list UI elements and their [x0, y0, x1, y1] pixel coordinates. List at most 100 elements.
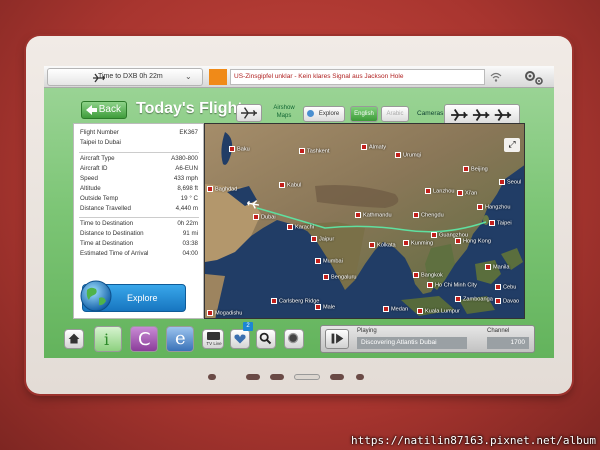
city-label: Taipei — [489, 220, 512, 226]
city-label: Dubai — [253, 214, 276, 220]
plane-icon — [93, 73, 105, 83]
route-row: Taipei to Dubai — [80, 139, 198, 148]
route-text: Taipei to Dubai — [80, 139, 121, 146]
city-label: Lanzhou — [425, 188, 454, 194]
info-value: 433 mph — [173, 175, 198, 182]
hardware-button[interactable] — [270, 374, 284, 380]
e-icon: e — [175, 328, 186, 349]
info-value: 19 ° C — [180, 195, 198, 202]
info-label: Distance to Destination — [80, 230, 144, 237]
hardware-button[interactable] — [208, 374, 216, 380]
info-label: Altitude — [80, 185, 101, 192]
info-value: 03:38 — [182, 240, 198, 247]
hardware-button[interactable] — [294, 374, 320, 380]
back-arrow-icon — [86, 105, 97, 115]
info-value: A6-EUN — [175, 165, 198, 172]
channel-value[interactable]: 1700 — [487, 337, 529, 349]
city-label: Male — [315, 304, 335, 310]
city-label: Mogadishu — [207, 310, 242, 316]
tv-live-button[interactable]: TV Live — [202, 329, 224, 349]
info-row: Aircraft Type A380-800 — [80, 155, 198, 164]
seatback: Time to DXB 0h 22m ⌄ US-Zinsgipfel unkla… — [0, 0, 600, 450]
city-label: Bangkok — [413, 272, 443, 278]
city-label: Bengaluru — [323, 274, 357, 280]
explore-tab-label: Explore — [318, 111, 340, 117]
wifi-icon — [490, 72, 502, 82]
info-value: 91 mi — [182, 230, 198, 237]
info-row: Speed 433 mph — [80, 175, 198, 184]
info-row: Distance Travelled 4,440 m — [80, 205, 198, 214]
city-label: Kunming — [403, 240, 433, 246]
city-label: Zamboanga — [455, 296, 493, 302]
info-row: Estimated Time of Arrival 04:00 — [80, 250, 198, 259]
hardware-button[interactable] — [330, 374, 344, 380]
info-row: Outside Temp 19 ° C — [80, 195, 198, 204]
city-label: Hong Kong — [455, 238, 491, 244]
city-label: Cebu — [495, 284, 516, 290]
explore-tab[interactable]: Explore — [303, 106, 345, 122]
flight-map[interactable]: Baku Tashkent Almaty Urumqi Beijing Seou… — [204, 123, 525, 319]
globe-icon — [307, 110, 314, 117]
city-label: Hangzhou — [477, 204, 511, 210]
cameras-label: Cameras — [417, 110, 444, 117]
flight-view-button[interactable] — [236, 104, 262, 122]
settings-gear-icon[interactable] — [522, 68, 546, 86]
notification-badge: 2 — [243, 322, 253, 331]
status-bar: Time to DXB 0h 22m ⌄ US-Zinsgipfel unkla… — [44, 66, 554, 88]
tv-live-label: TV Live — [206, 341, 222, 346]
hardware-button[interactable] — [356, 374, 364, 380]
city-label: Kathmandu — [355, 212, 392, 218]
search-button[interactable] — [256, 329, 276, 349]
news-ticker[interactable]: US-Zinsgipfel unklar - Kein klares Signa… — [230, 69, 485, 85]
chevron-down-icon[interactable]: ⌄ — [185, 69, 192, 85]
city-label: Jaipur — [311, 236, 334, 242]
city-label: Almaty — [361, 144, 386, 150]
map-terrain — [205, 124, 524, 318]
english-language-button[interactable]: English — [350, 106, 378, 122]
time-to-destination-box[interactable]: Time to DXB 0h 22m ⌄ — [47, 68, 203, 86]
entertainment-button[interactable]: e — [166, 326, 194, 352]
playing-value[interactable]: Discovering Atlantis Dubai — [357, 337, 467, 349]
record-button[interactable] — [284, 329, 304, 349]
info-label: Aircraft Type — [80, 155, 115, 162]
home-button[interactable] — [64, 329, 84, 349]
page-title: Today's Flight — [136, 100, 243, 117]
info-icon: i — [104, 330, 110, 349]
city-label: Manila — [485, 264, 509, 270]
expand-map-icon[interactable]: ⤢ — [504, 138, 520, 152]
back-button[interactable]: Back — [81, 101, 127, 119]
info-label: Time to Destination — [80, 220, 134, 227]
info-label: Time at Destination — [80, 240, 134, 247]
city-label: Kuala Lumpur — [417, 308, 460, 314]
time-to-destination-text: Time to DXB 0h 22m — [98, 73, 163, 80]
city-label: Ho Chi Minh City — [427, 282, 477, 288]
info-row: Time to Destination 0h 22m — [80, 220, 198, 229]
info-row: Altitude 8,698 ft — [80, 185, 198, 194]
city-label: Kabul — [279, 182, 301, 188]
globe-icon — [80, 280, 112, 312]
airshow-maps-label[interactable]: Airshow Maps — [270, 104, 298, 120]
tv-icon — [207, 332, 220, 340]
hardware-button[interactable] — [246, 374, 260, 380]
arabic-language-button[interactable]: Arabic — [381, 106, 409, 122]
flight-number-value: EK367 — [179, 129, 198, 136]
divider — [79, 152, 199, 153]
info-label: Distance Travelled — [80, 205, 131, 212]
flight-number-label: Flight Number — [80, 129, 119, 136]
playing-label: Playing — [357, 328, 377, 334]
city-label: Beijing — [463, 166, 488, 172]
reuters-logo — [209, 69, 227, 85]
city-label: Medan — [383, 306, 408, 312]
info-label: Aircraft ID — [80, 165, 108, 172]
play-pause-button[interactable] — [325, 329, 349, 349]
info-label: Outside Temp — [80, 195, 119, 202]
communication-button[interactable]: C — [130, 326, 158, 352]
flight-number-row: Flight Number EK367 — [80, 129, 198, 138]
info-value: 8,698 ft — [177, 185, 198, 192]
c-icon: C — [138, 329, 151, 350]
city-label: Seoul — [499, 179, 521, 185]
messages-button[interactable]: 2 — [230, 322, 253, 349]
search-icon — [259, 332, 272, 345]
info-button[interactable]: i — [94, 326, 122, 352]
city-label: Kolkata — [369, 242, 396, 248]
